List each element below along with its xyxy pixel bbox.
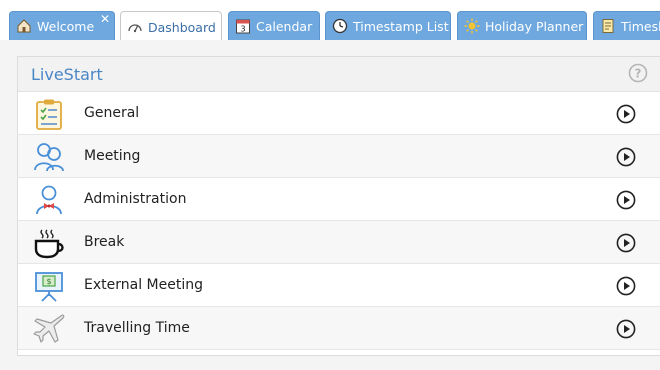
tab-holiday-planner[interactable]: Holiday Planner xyxy=(457,11,587,40)
clipboard-checklist-icon xyxy=(32,97,66,131)
tab-label: Dashboard xyxy=(148,19,216,35)
home-icon xyxy=(16,18,32,34)
livestart-item-label: External Meeting xyxy=(84,277,203,293)
tab-label: Timestamp List xyxy=(353,18,449,34)
livestart-item-external-meeting[interactable]: $ External Meeting xyxy=(18,264,660,307)
play-icon[interactable] xyxy=(616,104,636,124)
livestart-item-label: Meeting xyxy=(84,148,141,164)
livestart-item-break[interactable]: Break xyxy=(18,221,660,264)
tab-dashboard[interactable]: Dashboard xyxy=(120,11,222,40)
livestart-item-administration[interactable]: Administration xyxy=(18,178,660,221)
livestart-panel: LiveStart ? General Meeting Administrati… xyxy=(17,56,660,356)
tab-label: Calendar xyxy=(256,18,313,34)
airplane-icon xyxy=(32,312,66,346)
presentation-board-icon: $ xyxy=(32,269,66,303)
timesheet-icon xyxy=(600,18,616,34)
play-icon[interactable] xyxy=(616,147,636,167)
livestart-item-meeting[interactable]: Meeting xyxy=(18,135,660,178)
tab-bar: Welcome ✕ Dashboard 3 Calendar Timestamp… xyxy=(0,0,660,40)
help-icon[interactable]: ? xyxy=(628,63,648,83)
play-icon[interactable] xyxy=(616,190,636,210)
livestart-item-general[interactable]: General xyxy=(18,92,660,135)
close-icon[interactable]: ✕ xyxy=(100,13,110,25)
livestart-item-label: Break xyxy=(84,234,125,250)
panel-title: LiveStart xyxy=(31,64,103,84)
livestart-item-travelling-time[interactable]: Travelling Time xyxy=(18,307,660,350)
play-icon[interactable] xyxy=(616,233,636,253)
play-icon[interactable] xyxy=(616,319,636,339)
administrator-person-icon xyxy=(32,183,66,217)
tab-timestamp-list[interactable]: Timestamp List xyxy=(325,11,451,40)
clock-icon xyxy=(332,18,348,34)
calendar-icon: 3 xyxy=(235,18,251,34)
calendar-day: 3 xyxy=(240,25,245,34)
play-icon[interactable] xyxy=(616,276,636,296)
sun-icon xyxy=(464,18,480,34)
tab-welcome[interactable]: Welcome ✕ xyxy=(9,11,115,40)
coffee-cup-icon xyxy=(32,226,66,260)
left-gutter xyxy=(0,40,8,370)
svg-text:?: ? xyxy=(635,67,642,81)
panel-header: LiveStart ? xyxy=(18,57,660,92)
people-meeting-icon xyxy=(32,140,66,174)
tab-label: Welcome xyxy=(37,18,95,34)
tab-calendar[interactable]: 3 Calendar xyxy=(228,11,320,40)
livestart-item-label: General xyxy=(84,105,140,121)
livestart-item-label: Administration xyxy=(84,191,187,207)
livestart-item-label: Travelling Time xyxy=(84,320,190,336)
tab-label: Holiday Planner xyxy=(485,18,584,34)
tab-timesheet[interactable]: Timesh xyxy=(593,11,660,40)
svg-text:$: $ xyxy=(46,277,51,286)
dashboard-icon xyxy=(127,19,143,35)
tab-label: Timesh xyxy=(621,18,660,34)
